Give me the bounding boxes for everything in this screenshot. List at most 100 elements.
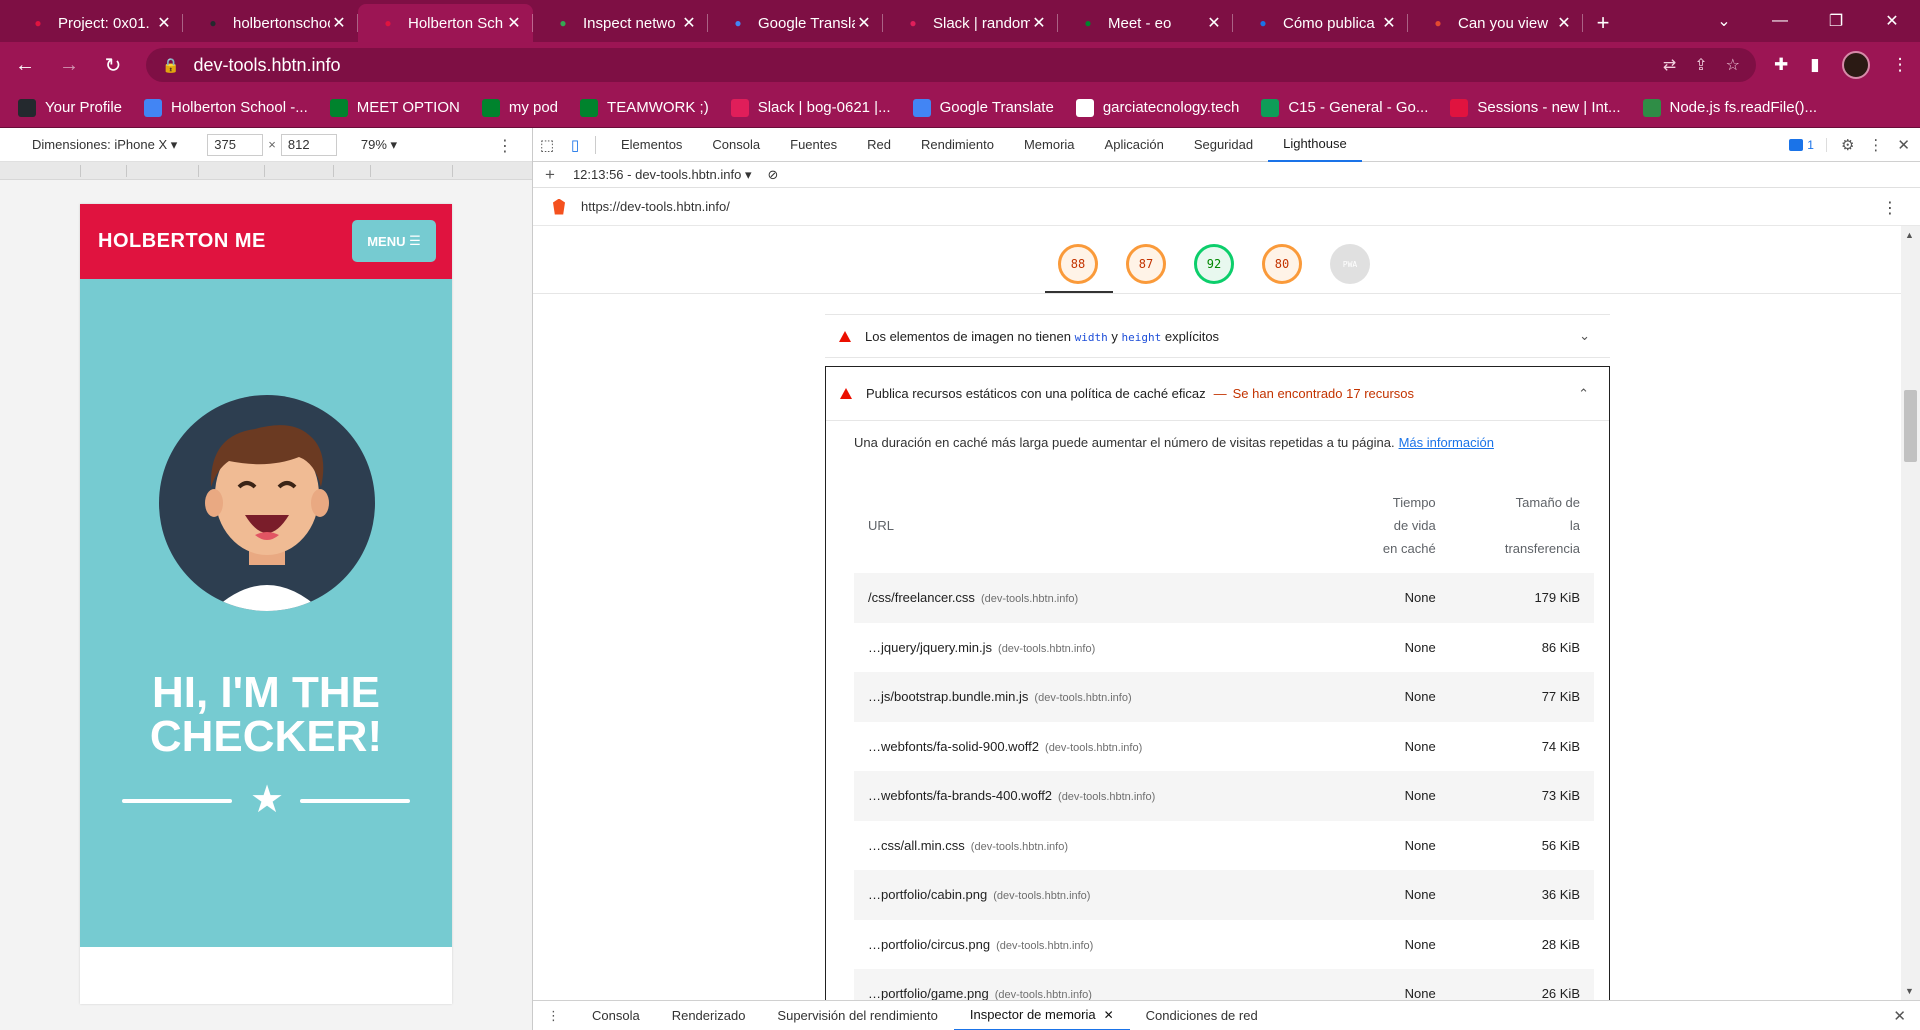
bookmark-item[interactable]: MEET OPTION xyxy=(329,98,460,117)
close-devtools-icon[interactable]: ✕ xyxy=(1897,136,1910,154)
device-more-icon[interactable]: ⋮ xyxy=(497,136,513,156)
device-toggle-icon[interactable]: ▯ xyxy=(561,136,589,154)
bookmark-item[interactable]: Slack | bog-0621 |... xyxy=(730,98,891,117)
devtools-tab[interactable]: Memoria xyxy=(1009,128,1090,162)
audit-cache-header[interactable]: Publica recursos estáticos con una polít… xyxy=(826,367,1609,421)
drawer-tab[interactable]: Renderizado xyxy=(656,1001,762,1030)
inspect-element-icon[interactable]: ⬚ xyxy=(533,136,561,154)
close-tab-icon[interactable]: ✕ xyxy=(1205,13,1223,33)
row-url[interactable]: …portfolio/circus.png xyxy=(868,937,990,952)
score-gauge[interactable]: 80 xyxy=(1262,244,1302,284)
drawer-tab[interactable]: Consola xyxy=(576,1001,656,1030)
learn-more-link[interactable]: Más información xyxy=(1399,435,1494,450)
close-tab-icon[interactable]: ✕ xyxy=(505,13,523,33)
close-tab-icon[interactable]: ✕ xyxy=(1030,13,1048,33)
report-scrollbar[interactable]: ▲ ▼ xyxy=(1901,226,1920,1000)
drawer-tab[interactable]: Supervisión del rendimiento xyxy=(761,1001,953,1030)
bookmark-item[interactable]: Node.js fs.readFile()... xyxy=(1642,98,1817,117)
browser-menu-icon[interactable]: ⋮ xyxy=(1892,55,1909,75)
row-url[interactable]: …js/bootstrap.bundle.min.js xyxy=(868,689,1028,704)
close-drawer-icon[interactable]: ✕ xyxy=(1893,1007,1906,1025)
score-gauge[interactable]: 87 xyxy=(1126,244,1166,284)
devtools-tab[interactable]: Seguridad xyxy=(1179,128,1268,162)
bookmark-item[interactable]: TEAMWORK ;) xyxy=(580,98,709,117)
close-window-button[interactable]: ✕ xyxy=(1864,0,1920,42)
browser-tab[interactable]: ● holbertonschool ✕ xyxy=(183,4,358,42)
bookmark-item[interactable]: Your Profile xyxy=(18,98,122,117)
devtools-more-icon[interactable]: ⋮ xyxy=(1868,136,1883,154)
devtools-tab[interactable]: Rendimiento xyxy=(906,128,1009,162)
score-gauge[interactable]: 92 xyxy=(1194,244,1234,284)
issues-badge[interactable]: 1 xyxy=(1789,138,1827,152)
restore-button[interactable]: ❐ xyxy=(1808,0,1864,42)
bookmark-item[interactable]: Google Translate xyxy=(912,98,1054,117)
chevron-down-icon[interactable]: ⌄ xyxy=(1579,328,1590,344)
new-report-icon[interactable]: + xyxy=(545,165,555,185)
report-selector[interactable]: 12:13:56 - dev-tools.hbtn.info ▾ xyxy=(573,167,752,183)
scroll-down-icon[interactable]: ▼ xyxy=(1905,986,1914,996)
devtools-tab[interactable]: Aplicación xyxy=(1090,128,1179,162)
settings-gear-icon[interactable]: ⚙ xyxy=(1841,136,1854,154)
drawer-tab[interactable]: Inspector de memoria ✕ xyxy=(953,1001,1130,1030)
profile-avatar[interactable] xyxy=(1841,51,1870,79)
devtools-tab[interactable]: Red xyxy=(852,128,906,162)
bookmark-item[interactable]: Sessions - new | Int... xyxy=(1450,98,1621,117)
close-tab-icon[interactable]: ✕ xyxy=(1555,13,1573,33)
back-button[interactable]: ← xyxy=(6,46,44,84)
devtools-tab[interactable]: Lighthouse xyxy=(1268,128,1362,162)
new-tab-button[interactable]: + xyxy=(1583,4,1623,42)
device-selector[interactable]: Dimensiones: iPhone X ▾ xyxy=(32,137,177,153)
drawer-tab[interactable]: Condiciones de red xyxy=(1130,1001,1274,1030)
extensions-icon[interactable]: ✚ xyxy=(1774,55,1788,75)
browser-tab[interactable]: ● Google Transla ✕ xyxy=(708,4,883,42)
browser-tab[interactable]: ● Project: 0x01. | ✕ xyxy=(8,4,183,42)
device-height-input[interactable] xyxy=(280,133,337,156)
side-panel-icon[interactable]: ▮ xyxy=(1810,55,1819,75)
browser-tab[interactable]: ● Slack | random ✕ xyxy=(883,4,1058,42)
device-width-input[interactable] xyxy=(207,133,264,156)
score-gauge[interactable]: 88 xyxy=(1058,244,1098,284)
bookmark-item[interactable]: garciatecnology.tech xyxy=(1075,98,1239,117)
bookmark-item[interactable]: my pod xyxy=(481,98,558,117)
row-url[interactable]: …webfonts/fa-brands-400.woff2 xyxy=(868,788,1052,803)
bookmark-item[interactable]: Holberton School -... xyxy=(144,98,308,117)
drawer-menu-icon[interactable]: ⋮ xyxy=(547,1008,560,1024)
chevron-up-icon[interactable]: ⌃ xyxy=(1578,386,1589,402)
address-bar[interactable]: 🔒 dev-tools.hbtn.info ⇄ ⇪ ☆ xyxy=(146,48,1756,82)
close-tab-icon[interactable]: ✕ xyxy=(155,13,173,33)
reload-button[interactable]: ↻ xyxy=(94,46,132,84)
close-icon[interactable]: ✕ xyxy=(1104,1008,1114,1022)
scroll-up-icon[interactable]: ▲ xyxy=(1905,230,1914,240)
translate-icon[interactable]: ⇄ xyxy=(1663,55,1676,75)
forward-button[interactable]: → xyxy=(50,46,88,84)
audit-image-dimensions[interactable]: Los elementos de imagen no tienen width … xyxy=(825,314,1610,358)
browser-tab[interactable]: ● Inspect netwo ✕ xyxy=(533,4,708,42)
close-tab-icon[interactable]: ✕ xyxy=(680,13,698,33)
site-brand[interactable]: HOLBERTON ME xyxy=(98,230,266,253)
close-tab-icon[interactable]: ✕ xyxy=(1380,13,1398,33)
score-gauge[interactable]: PWA xyxy=(1330,244,1370,284)
menu-button[interactable]: MENU ☰ xyxy=(352,220,436,262)
bookmark-item[interactable]: C15 - General - Go... xyxy=(1261,98,1428,117)
devtools-tab[interactable]: Fuentes xyxy=(775,128,852,162)
browser-tab[interactable]: ● Cómo publica ✕ xyxy=(1233,4,1408,42)
close-tab-icon[interactable]: ✕ xyxy=(855,13,873,33)
scroll-thumb[interactable] xyxy=(1904,390,1917,462)
browser-tab[interactable]: ● Can you view ✕ xyxy=(1408,4,1583,42)
row-url[interactable]: …portfolio/cabin.png xyxy=(868,887,987,902)
bookmark-star-icon[interactable]: ☆ xyxy=(1726,55,1740,75)
browser-tab[interactable]: ● Meet - eo ✕ xyxy=(1058,4,1233,42)
close-tab-icon[interactable]: ✕ xyxy=(330,13,348,33)
row-url[interactable]: …webfonts/fa-solid-900.woff2 xyxy=(868,739,1039,754)
row-url[interactable]: /css/freelancer.css xyxy=(868,590,975,605)
tab-search-icon[interactable]: ⌄ xyxy=(1696,0,1752,42)
report-more-icon[interactable]: ⋮ xyxy=(1882,198,1898,218)
row-url[interactable]: …portfolio/game.png xyxy=(868,986,989,1000)
devtools-tab[interactable]: Elementos xyxy=(606,128,697,162)
zoom-selector[interactable]: 79% ▾ xyxy=(361,137,397,153)
row-url[interactable]: …css/all.min.css xyxy=(868,838,965,853)
row-url[interactable]: …jquery/jquery.min.js xyxy=(868,640,992,655)
clear-reports-icon[interactable]: ⊘ xyxy=(767,167,778,183)
devtools-tab[interactable]: Consola xyxy=(697,128,775,162)
browser-tab[interactable]: ● Holberton Sch ✕ xyxy=(358,4,533,42)
